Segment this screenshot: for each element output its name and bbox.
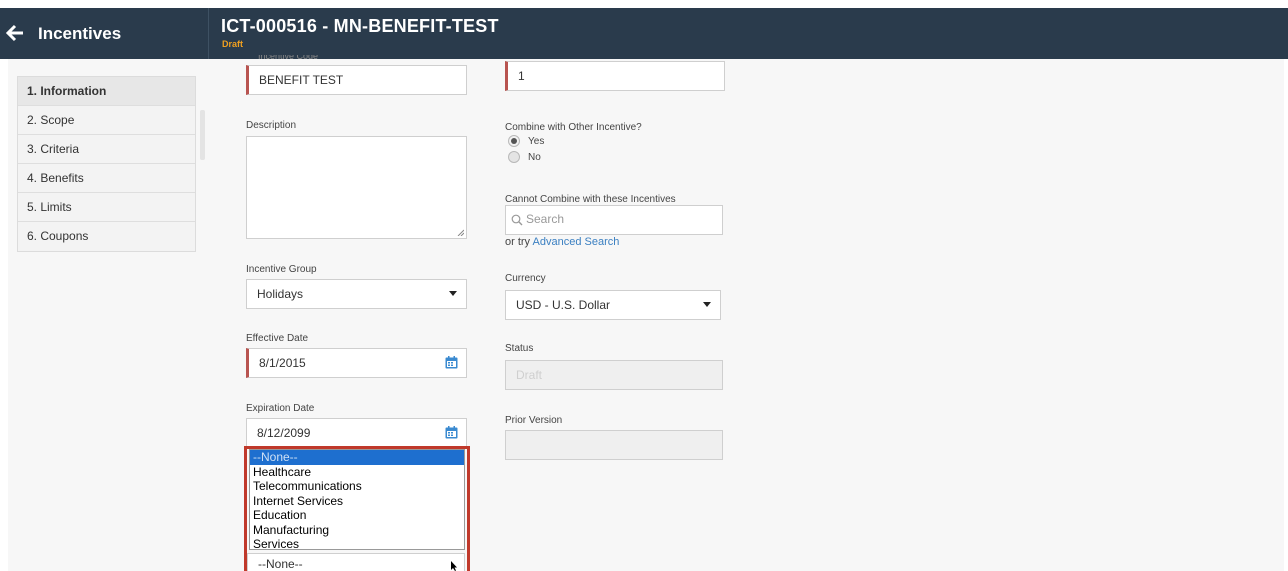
highlight-box [244, 446, 470, 571]
step-coupons[interactable]: 6. Coupons [18, 222, 195, 251]
incentive-group-label: Incentive Group [246, 264, 317, 275]
step-criteria[interactable]: 3. Criteria [18, 135, 195, 164]
expiration-date-value: 8/12/2099 [257, 426, 311, 440]
chevron-down-icon [703, 302, 711, 307]
header-divider [208, 8, 209, 59]
advanced-search-link[interactable]: Advanced Search [533, 236, 620, 248]
description-label: Description [246, 120, 297, 131]
incentive-group-select[interactable]: Holidays [246, 279, 467, 309]
record-status-badge: Draft [222, 39, 244, 49]
effective-date-field[interactable]: 8/1/2015 [246, 348, 467, 378]
step-scope[interactable]: 2. Scope [18, 106, 195, 135]
currency-label: Currency [505, 273, 546, 284]
currency-select[interactable]: USD - U.S. Dollar [505, 290, 721, 320]
app-title[interactable]: Incentives [38, 24, 121, 44]
incentive-search-box [505, 205, 723, 235]
calendar-icon[interactable] [445, 426, 458, 439]
window-top-edge [0, 0, 1288, 8]
back-arrow-icon[interactable] [6, 24, 24, 42]
right-frame-edge [1284, 59, 1288, 571]
advanced-search-hint: or try Advanced Search [505, 236, 619, 248]
search-icon [511, 214, 523, 226]
combine-no-label: No [528, 152, 541, 163]
prior-version-field [505, 430, 723, 460]
or-try-text: or try [505, 236, 531, 248]
status-label: Status [505, 343, 534, 354]
effective-date-label: Effective Date [246, 333, 309, 344]
currency-value: USD - U.S. Dollar [516, 298, 611, 312]
page-header: Incentives ICT-000516 - MN-BENEFIT-TEST … [0, 8, 1288, 59]
left-frame-edge [0, 59, 8, 571]
incentive-code-field[interactable]: BENEFIT TEST [246, 65, 467, 95]
description-textarea[interactable] [246, 136, 467, 239]
incentive-search-input[interactable] [526, 212, 706, 226]
combine-yes-radio[interactable] [508, 135, 520, 147]
cannot-combine-label: Cannot Combine with these Incentives [505, 194, 676, 205]
step-limits[interactable]: 5. Limits [18, 193, 195, 222]
expiration-date-label: Expiration Date [246, 403, 315, 414]
nav-scrollbar[interactable] [200, 110, 205, 160]
step-navigation: 1. Information 2. Scope 3. Criteria 4. B… [17, 76, 196, 252]
combine-no-radio[interactable] [508, 151, 520, 163]
combine-label: Combine with Other Incentive? [505, 122, 642, 133]
combine-yes-label: Yes [528, 136, 545, 147]
step-benefits[interactable]: 4. Benefits [18, 164, 195, 193]
incentive-code-label: Incentive Code [258, 55, 319, 61]
effective-date-value: 8/1/2015 [259, 356, 306, 370]
priority-field[interactable]: 1 [505, 61, 725, 91]
chevron-down-icon [449, 291, 457, 296]
step-information[interactable]: 1. Information [18, 77, 195, 106]
incentive-group-value: Holidays [257, 287, 304, 301]
resize-grip-icon[interactable] [457, 229, 464, 236]
expiration-date-field[interactable]: 8/12/2099 [246, 418, 467, 448]
calendar-icon[interactable] [445, 356, 458, 369]
status-field: Draft [505, 360, 723, 390]
prior-version-label: Prior Version [505, 415, 563, 426]
record-title: ICT-000516 - MN-BENEFIT-TEST [221, 16, 499, 36]
